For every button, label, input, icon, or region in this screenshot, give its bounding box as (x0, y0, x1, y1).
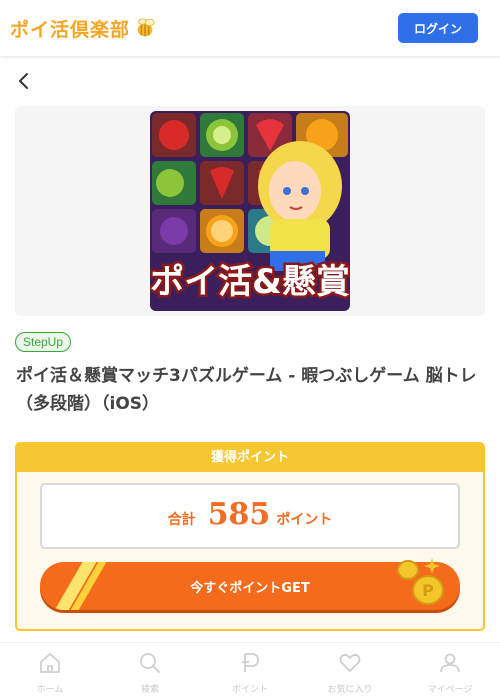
nav-label: お気に入り (327, 685, 373, 695)
svg-text:ポイ活&懸賞: ポイ活&懸賞 (150, 262, 350, 302)
nav-item-favorites[interactable]: お気に入り (300, 643, 400, 700)
nav-label: マイページ (427, 685, 473, 695)
heart-icon (339, 653, 361, 672)
nav-label: 検索 (140, 685, 159, 695)
points-card: 獲得ポイント 合計 585 ポイント 今すぐポイントGET P (15, 442, 485, 631)
bottom-navigation: ホーム 検索 ポイント お気に入り マイページ (0, 642, 500, 700)
app-icon-caption: ポイ活&懸賞 (150, 260, 350, 305)
nav-label: ポイント (231, 685, 268, 695)
nav-item-mypage[interactable]: マイページ (400, 643, 500, 700)
logo-text: ポイ活倶楽部 (10, 18, 131, 41)
nav-label: ホーム (36, 685, 64, 695)
points-header: 獲得ポイント (17, 444, 483, 472)
nav-item-home[interactable]: ホーム (0, 643, 100, 700)
svg-text:P: P (422, 581, 434, 600)
home-icon (40, 653, 60, 673)
point-icon (242, 653, 259, 672)
app-header: ポイ活倶楽部 ログイン (0, 0, 500, 56)
get-points-label: 今すぐポイントGET (190, 580, 310, 596)
app-hero: ポイ活&懸賞 (15, 106, 485, 316)
points-total-box: 合計 585 ポイント (40, 483, 460, 549)
search-icon (140, 653, 160, 673)
total-label: 合計 (167, 512, 196, 528)
chevron-left-icon[interactable] (14, 70, 36, 92)
login-button[interactable]: ログイン (398, 13, 478, 43)
coins-icon: P (397, 558, 444, 605)
bee-icon (137, 18, 155, 37)
app-icon-image[interactable]: ポイ活&懸賞 (150, 111, 350, 311)
site-logo[interactable]: ポイ活倶楽部 (10, 15, 156, 42)
nav-item-search[interactable]: 検索 (100, 643, 200, 700)
points-unit: ポイント (276, 512, 333, 528)
stepup-badge: StepUp (15, 332, 72, 352)
app-title: ポイ活＆懸賞マッチ3パズルゲーム - 暇つぶしゲーム 脳トレ（多段階）（iOS） (16, 366, 477, 414)
total-points-value: 585 (207, 497, 271, 532)
user-icon (440, 653, 460, 673)
nav-item-points[interactable]: ポイント (200, 643, 300, 700)
character-illustration (258, 141, 342, 271)
